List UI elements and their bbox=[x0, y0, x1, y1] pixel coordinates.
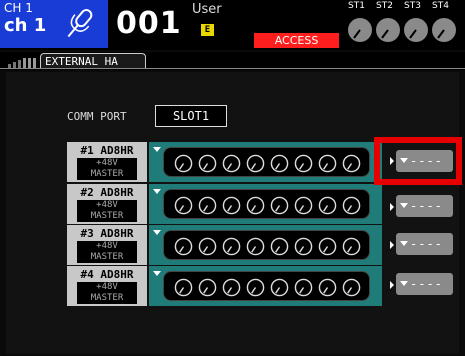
ha-unit-3[interactable] bbox=[149, 225, 382, 265]
gain-knob-icon[interactable] bbox=[342, 278, 361, 297]
unit-2-panel bbox=[163, 189, 370, 219]
unit-3-menu-arrow-icon bbox=[153, 230, 161, 235]
slot-4-master-label: MASTER bbox=[90, 293, 124, 303]
tab-scroll-icon bbox=[8, 58, 36, 68]
channel-name: ch 1 bbox=[4, 15, 47, 36]
gain-knob-icon[interactable] bbox=[222, 278, 241, 297]
gain-knob-icon[interactable] bbox=[318, 154, 337, 173]
slot-4-phantom-label: +48V bbox=[96, 282, 118, 292]
dropdown-arrow-icon bbox=[400, 281, 408, 286]
ha-unit-2[interactable] bbox=[149, 184, 382, 224]
slot-3-assign-dropdown[interactable]: ---- bbox=[396, 233, 453, 255]
slot-2-pointer-icon bbox=[390, 203, 394, 211]
slot-3-pointer-icon bbox=[390, 241, 394, 249]
slot-2-label: #2 AD8HR +48V MASTER bbox=[67, 184, 147, 224]
unit-1-panel bbox=[163, 147, 370, 177]
gain-knob-icon[interactable] bbox=[270, 237, 289, 256]
slot-2-badge: +48V MASTER bbox=[77, 200, 137, 222]
gain-knob-icon[interactable] bbox=[198, 237, 217, 256]
gain-knob-icon[interactable] bbox=[222, 154, 241, 173]
slot-2-assign-dropdown[interactable]: ---- bbox=[396, 195, 453, 217]
gain-knob-icon[interactable] bbox=[318, 196, 337, 215]
st3-label: ST3 bbox=[404, 1, 421, 11]
slot-1-name: #1 AD8HR bbox=[80, 144, 134, 157]
slot-4-pointer-icon bbox=[390, 281, 394, 289]
slot-4-assign-value: ---- bbox=[410, 277, 443, 291]
gain-knob-icon[interactable] bbox=[270, 154, 289, 173]
st4-knob-icon[interactable] bbox=[430, 16, 458, 44]
gain-knob-icon[interactable] bbox=[246, 278, 265, 297]
slot-3-name: #3 AD8HR bbox=[80, 227, 134, 240]
slot-4-label: #4 AD8HR +48V MASTER bbox=[67, 266, 147, 306]
gain-knob-icon[interactable] bbox=[198, 196, 217, 215]
slot-3-master-label: MASTER bbox=[90, 252, 124, 262]
gain-knob-icon[interactable] bbox=[270, 196, 289, 215]
gain-knob-icon[interactable] bbox=[294, 237, 313, 256]
tab-external-ha[interactable]: EXTERNAL HA bbox=[40, 53, 146, 68]
slot-1-master-label: MASTER bbox=[90, 169, 124, 179]
gain-knob-icon[interactable] bbox=[270, 278, 289, 297]
comm-port-field[interactable]: SLOT1 bbox=[155, 105, 227, 127]
gain-knob-icon[interactable] bbox=[318, 278, 337, 297]
access-indicator: ACCESS bbox=[254, 33, 339, 48]
gain-knob-icon[interactable] bbox=[174, 154, 193, 173]
gain-knob-icon[interactable] bbox=[294, 154, 313, 173]
unit-4-menu-arrow-icon bbox=[153, 271, 161, 276]
slot-1-label: #1 AD8HR +48V MASTER bbox=[67, 142, 147, 182]
st2-label: ST2 bbox=[376, 1, 393, 11]
dropdown-arrow-icon bbox=[400, 241, 408, 246]
slot-1-badge: +48V MASTER bbox=[77, 158, 137, 180]
gain-knob-icon[interactable] bbox=[318, 237, 337, 256]
slot-2-assign-value: ---- bbox=[410, 199, 443, 213]
st1-label: ST1 bbox=[348, 1, 365, 11]
scene-user-label: User bbox=[192, 2, 222, 17]
unit-3-panel bbox=[163, 230, 370, 260]
channel-number: CH 1 bbox=[4, 1, 33, 15]
slot-1-phantom-label: +48V bbox=[96, 158, 118, 168]
gain-knob-icon[interactable] bbox=[174, 196, 193, 215]
slot-2-master-label: MASTER bbox=[90, 211, 124, 221]
ha-unit-1[interactable] bbox=[149, 142, 382, 182]
channel-selector[interactable]: CH 1 ch 1 bbox=[0, 0, 108, 48]
slot-3-assign-value: ---- bbox=[410, 237, 443, 251]
gain-knob-icon[interactable] bbox=[174, 237, 193, 256]
slot-3-phantom-label: +48V bbox=[96, 241, 118, 251]
gain-knob-icon[interactable] bbox=[246, 154, 265, 173]
gain-knob-icon[interactable] bbox=[174, 278, 193, 297]
gain-knob-icon[interactable] bbox=[294, 278, 313, 297]
dropdown-arrow-icon bbox=[400, 203, 408, 208]
slot-4-badge: +48V MASTER bbox=[77, 282, 137, 304]
scene-number[interactable]: 001 bbox=[116, 6, 182, 41]
selection-highlight bbox=[374, 137, 462, 185]
slot-4-assign-dropdown[interactable]: ---- bbox=[396, 273, 453, 295]
gain-knob-icon[interactable] bbox=[342, 237, 361, 256]
unit-1-menu-arrow-icon bbox=[153, 147, 161, 152]
ha-unit-4[interactable] bbox=[149, 266, 382, 306]
tab-divider bbox=[0, 68, 465, 69]
gain-knob-icon[interactable] bbox=[294, 196, 313, 215]
st1-knob-icon[interactable] bbox=[346, 16, 374, 44]
comm-port-label: COMM PORT bbox=[67, 110, 127, 123]
slot-4-name: #4 AD8HR bbox=[80, 268, 134, 281]
slot-2-name: #2 AD8HR bbox=[80, 186, 134, 199]
gain-knob-icon[interactable] bbox=[342, 154, 361, 173]
gain-knob-icon[interactable] bbox=[342, 196, 361, 215]
st2-knob-icon[interactable] bbox=[374, 16, 402, 44]
st3-knob-icon[interactable] bbox=[402, 16, 430, 44]
unit-2-menu-arrow-icon bbox=[153, 189, 161, 194]
unit-4-panel bbox=[163, 271, 370, 301]
slot-3-badge: +48V MASTER bbox=[77, 241, 137, 263]
scene-edit-indicator: E bbox=[201, 24, 214, 36]
gain-knob-icon[interactable] bbox=[222, 196, 241, 215]
gain-knob-icon[interactable] bbox=[246, 196, 265, 215]
gain-knob-icon[interactable] bbox=[198, 278, 217, 297]
gain-knob-icon[interactable] bbox=[222, 237, 241, 256]
gain-knob-icon[interactable] bbox=[246, 237, 265, 256]
slot-2-phantom-label: +48V bbox=[96, 200, 118, 210]
slot-3-label: #3 AD8HR +48V MASTER bbox=[67, 225, 147, 265]
st4-label: ST4 bbox=[432, 1, 449, 11]
microphone-icon bbox=[67, 9, 93, 38]
gain-knob-icon[interactable] bbox=[198, 154, 217, 173]
